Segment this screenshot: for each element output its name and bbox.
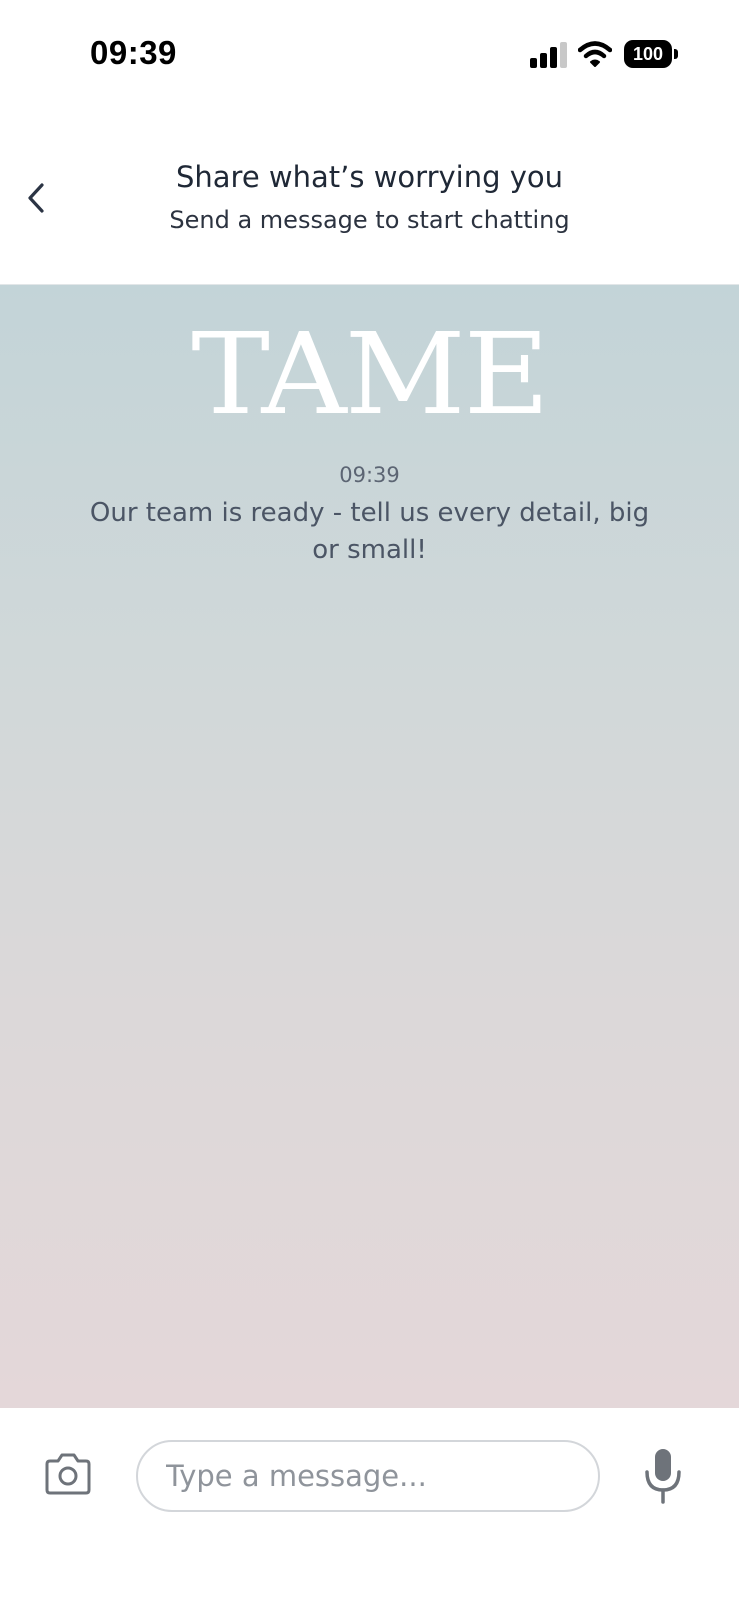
- message-timestamp: 09:39: [339, 463, 400, 487]
- camera-icon: [45, 1453, 91, 1495]
- message-composer: [0, 1408, 739, 1600]
- wifi-icon: [578, 41, 612, 67]
- camera-button[interactable]: [42, 1450, 94, 1498]
- status-bar: 09:39 100: [0, 0, 739, 110]
- microphone-button[interactable]: [642, 1446, 684, 1506]
- status-time: 09:39: [90, 34, 177, 71]
- page-subtitle: Send a message to start chatting: [169, 206, 570, 234]
- page-title: Share what’s worrying you: [176, 160, 563, 194]
- system-message: Our team is ready - tell us every detail…: [89, 498, 650, 565]
- chat-area: TAME 09:39 Our team is ready - tell us e…: [0, 284, 739, 1409]
- signal-icon: [530, 42, 567, 68]
- microphone-icon: [645, 1449, 681, 1504]
- chat-header: Share what’s worrying you Send a message…: [0, 110, 739, 284]
- brand-logo: TAME: [191, 308, 549, 440]
- battery-level: 100: [624, 40, 672, 68]
- battery-icon: 100: [624, 40, 680, 68]
- message-input[interactable]: [136, 1440, 600, 1512]
- battery-tip: [674, 49, 678, 59]
